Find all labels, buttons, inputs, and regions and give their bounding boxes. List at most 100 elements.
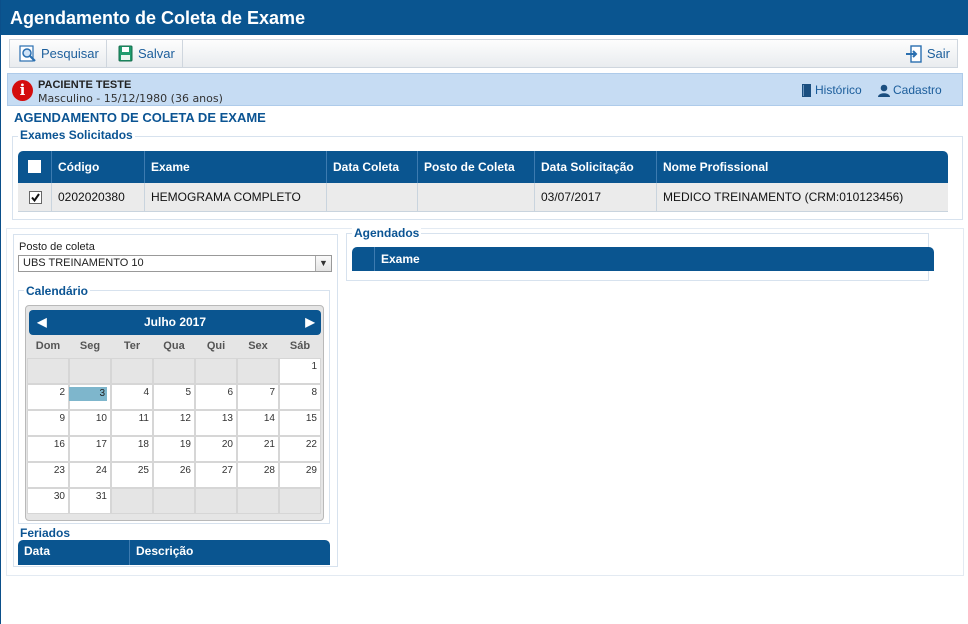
history-link[interactable]: Histórico	[801, 83, 862, 97]
calendar-legend: Calendário	[24, 284, 91, 298]
exit-button[interactable]: Sair	[896, 40, 957, 67]
calendar-day[interactable]: 12	[153, 410, 195, 436]
col-professional[interactable]: Nome Profissional	[657, 151, 948, 183]
calendar-empty-cell	[153, 488, 195, 514]
scheduled-legend: Agendados	[352, 226, 422, 240]
col-holiday-date[interactable]: Data	[18, 540, 130, 565]
save-button-label: Salvar	[138, 46, 175, 61]
weekday-label: Sex	[248, 340, 268, 352]
save-icon	[118, 45, 133, 62]
calendar-day[interactable]: 2	[27, 384, 69, 410]
window-title: Agendamento de Coleta de Exame	[1, 0, 968, 35]
calendar-empty-cell	[237, 358, 279, 384]
col-holiday-description[interactable]: Descrição	[130, 540, 330, 565]
calendar-day[interactable]: 10	[69, 410, 111, 436]
calendar-day[interactable]: 17	[69, 436, 111, 462]
patient-name: PACIENTE TESTE	[38, 79, 132, 91]
cell-code: 0202020380	[52, 183, 145, 212]
post-select[interactable]: UBS TREINAMENTO 10 ▼	[18, 255, 332, 272]
exit-icon	[905, 44, 922, 63]
calendar-day[interactable]: 11	[111, 410, 153, 436]
app-window: Agendamento de Coleta de Exame Pesquisar…	[0, 0, 968, 624]
calendar-day[interactable]: 8	[279, 384, 321, 410]
scheduled-header: Exame	[352, 247, 934, 271]
weekday-label: Sáb	[289, 340, 311, 352]
patient-bar: i PACIENTE TESTE Masculino - 15/12/1980 …	[7, 73, 963, 106]
scheduled-spacer-cell	[352, 247, 375, 271]
table-row[interactable]: 0202020380 HEMOGRAMA COMPLETO 03/07/2017…	[18, 183, 948, 212]
calendar-day[interactable]: 20	[195, 436, 237, 462]
cell-collect-date	[327, 183, 418, 212]
weekday-label: Dom	[35, 340, 61, 352]
page-title: AGENDAMENTO DE COLETA DE EXAME	[14, 110, 266, 125]
col-post[interactable]: Posto de Coleta	[418, 151, 535, 183]
chevron-down-icon[interactable]: ▼	[315, 256, 331, 271]
register-link[interactable]: Cadastro	[878, 83, 942, 97]
requested-exams-header: Código Exame Data Coleta Posto de Coleta…	[18, 151, 948, 183]
calendar-day[interactable]: 28	[237, 462, 279, 488]
weekday-label: Ter	[123, 340, 141, 352]
search-button[interactable]: Pesquisar	[10, 40, 107, 67]
calendar-day[interactable]: 15	[279, 410, 321, 436]
register-link-label: Cadastro	[893, 83, 942, 97]
calendar-empty-cell	[153, 358, 195, 384]
calendar: ◀ Julho 2017 ▶ Dom Seg Ter Qua Qui Sex Sáb 1 2 3 4…	[25, 305, 324, 521]
calendar-day[interactable]: 7	[237, 384, 279, 410]
prev-month-icon[interactable]: ◀	[33, 310, 51, 335]
toolbar: Pesquisar Salvar Sair	[9, 39, 958, 68]
calendar-day[interactable]: 23	[27, 462, 69, 488]
calendar-empty-cell	[279, 488, 321, 514]
calendar-empty-cell	[111, 488, 153, 514]
row-check-cell	[18, 183, 52, 212]
book-icon	[802, 83, 811, 97]
calendar-day[interactable]: 25	[111, 462, 153, 488]
select-all-cell	[18, 151, 52, 183]
requested-exams-legend: Exames Solicitados	[18, 128, 135, 142]
calendar-day[interactable]: 6	[195, 384, 237, 410]
calendar-empty-cell	[195, 358, 237, 384]
calendar-empty-cell	[69, 358, 111, 384]
calendar-day[interactable]: 13	[195, 410, 237, 436]
calendar-day[interactable]: 9	[27, 410, 69, 436]
holidays-header: Data Descrição	[18, 540, 330, 565]
calendar-day[interactable]: 16	[27, 436, 69, 462]
calendar-day[interactable]: 26	[153, 462, 195, 488]
calendar-day[interactable]: 27	[195, 462, 237, 488]
history-link-label: Histórico	[815, 83, 862, 97]
calendar-day[interactable]: 31	[69, 488, 111, 514]
holidays-legend: Feriados	[18, 526, 73, 540]
calendar-month: Julho 2017	[143, 315, 207, 329]
calendar-day[interactable]: 22	[279, 436, 321, 462]
calendar-day[interactable]: 14	[237, 410, 279, 436]
calendar-day[interactable]: 18	[111, 436, 153, 462]
calendar-day[interactable]: 4	[111, 384, 153, 410]
calendar-day[interactable]: 5	[153, 384, 195, 410]
weekday-label: Seg	[79, 340, 101, 352]
calendar-day-selected[interactable]: 3	[69, 384, 111, 410]
row-checkbox[interactable]	[29, 191, 42, 204]
exit-button-label: Sair	[926, 46, 950, 61]
search-button-label: Pesquisar	[41, 46, 99, 61]
checkmark-icon	[31, 193, 40, 203]
patient-details: Masculino - 15/12/1980 (36 anos)	[38, 92, 223, 105]
next-month-icon[interactable]: ▶	[301, 310, 319, 335]
select-all-checkbox[interactable]	[28, 160, 41, 173]
calendar-empty-cell	[195, 488, 237, 514]
save-button[interactable]: Salvar	[109, 40, 183, 67]
col-code[interactable]: Código	[52, 151, 145, 183]
col-exam[interactable]: Exame	[145, 151, 327, 183]
calendar-day[interactable]: 1	[279, 358, 321, 384]
calendar-day[interactable]: 24	[69, 462, 111, 488]
search-icon	[19, 44, 36, 62]
calendar-day[interactable]: 30	[27, 488, 69, 514]
calendar-day[interactable]: 29	[279, 462, 321, 488]
weekday-label: Qui	[206, 340, 226, 352]
cell-post	[418, 183, 535, 212]
calendar-header: ◀ Julho 2017 ▶	[29, 310, 321, 335]
calendar-day[interactable]: 21	[237, 436, 279, 462]
col-scheduled-exam[interactable]: Exame	[375, 247, 934, 271]
post-select-value: UBS TREINAMENTO 10	[23, 257, 144, 269]
calendar-day[interactable]: 19	[153, 436, 195, 462]
col-collect-date[interactable]: Data Coleta	[327, 151, 418, 183]
col-request-date[interactable]: Data Solicitação	[535, 151, 657, 183]
